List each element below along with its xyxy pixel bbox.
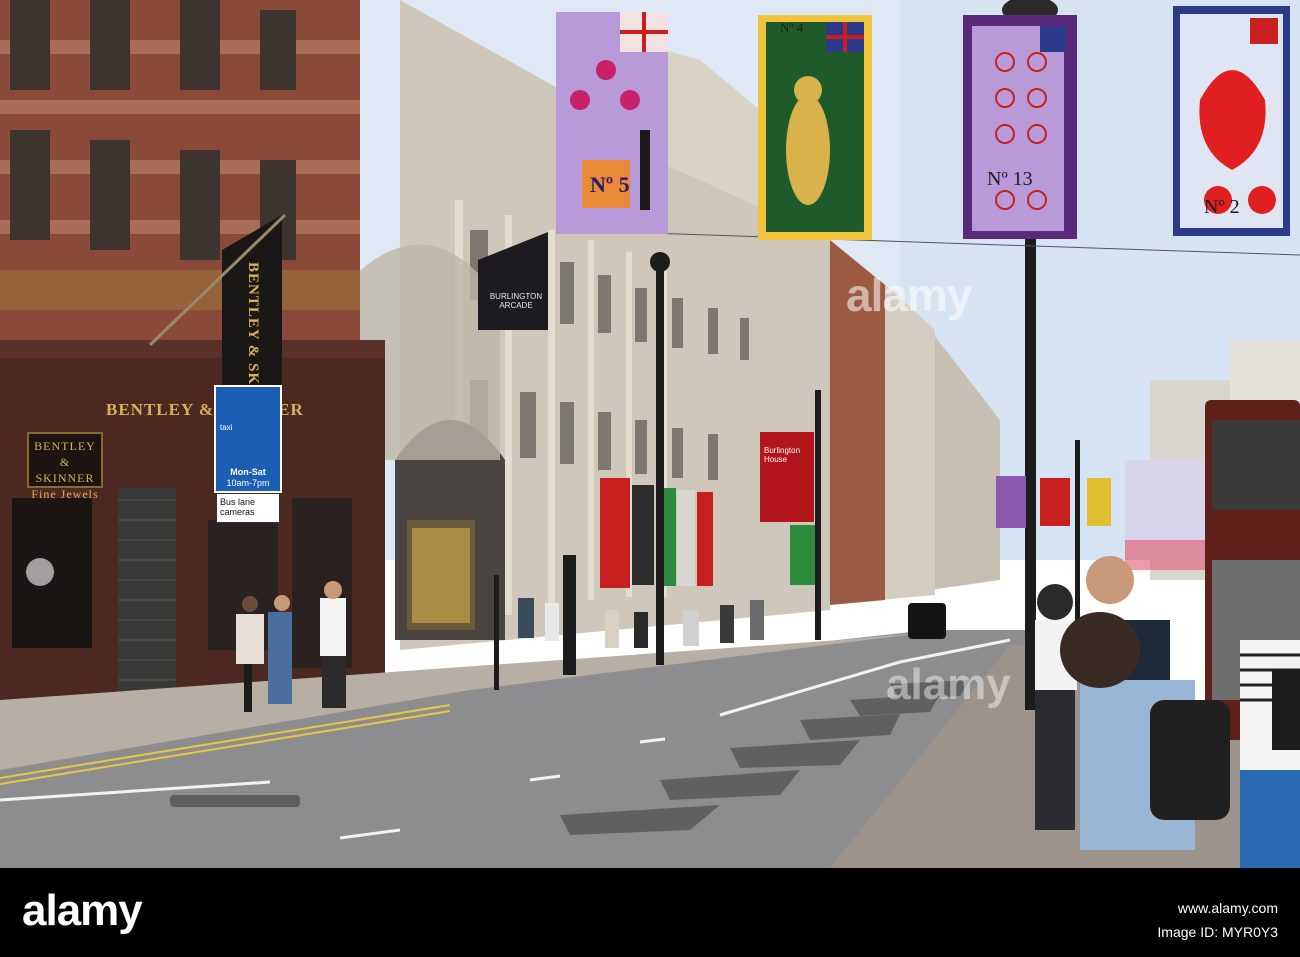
credit-bar — [0, 868, 1300, 957]
taxi — [908, 603, 946, 639]
watermark: alamy — [846, 269, 972, 321]
banner-1-number: Nº 5 — [590, 172, 630, 197]
banner-1 — [556, 12, 668, 234]
alamy-logo: alamy — [22, 886, 143, 935]
banner-3-number: Nº 13 — [987, 168, 1033, 190]
credit-url: www.alamy.com — [1177, 900, 1278, 916]
window-sign-line-3: Fine Jewels — [31, 487, 99, 501]
window-sign-line-1: BENTLEY — [34, 439, 96, 453]
red-banner — [600, 478, 630, 588]
banner-2-number: Nº 4 — [780, 20, 804, 35]
watermark-secondary: alamy — [886, 660, 1011, 709]
bus-lane-hours: 10am-7pm — [226, 478, 270, 488]
camera-sign: Bus lane cameras — [216, 493, 280, 523]
banner-4-number: Nº 2 — [1204, 196, 1240, 218]
red-banner-text: Burlington House — [764, 446, 801, 464]
bus-lane-days: Mon-Sat — [230, 467, 266, 477]
image-stage: BENTLEY & SKINNER BENTLEY & SKINNER Fine… — [0, 0, 1300, 957]
bus-lane-taxi-text: taxi — [220, 423, 233, 432]
image-id: Image ID: MYR0Y3 — [1157, 924, 1278, 940]
banner-2 — [758, 15, 872, 240]
street-photo: BENTLEY & SKINNER BENTLEY & SKINNER Fine… — [0, 0, 1300, 868]
bus-lane-sign: taxi Mon-Sat 10am-7pm — [214, 385, 282, 493]
banner-3 — [963, 15, 1077, 239]
window-sign-line-2: & SKINNER — [35, 455, 95, 485]
window-sign: BENTLEY & SKINNER Fine Jewels — [27, 432, 103, 501]
arcade-flag-text: BURLINGTON ARCADE — [489, 292, 543, 310]
